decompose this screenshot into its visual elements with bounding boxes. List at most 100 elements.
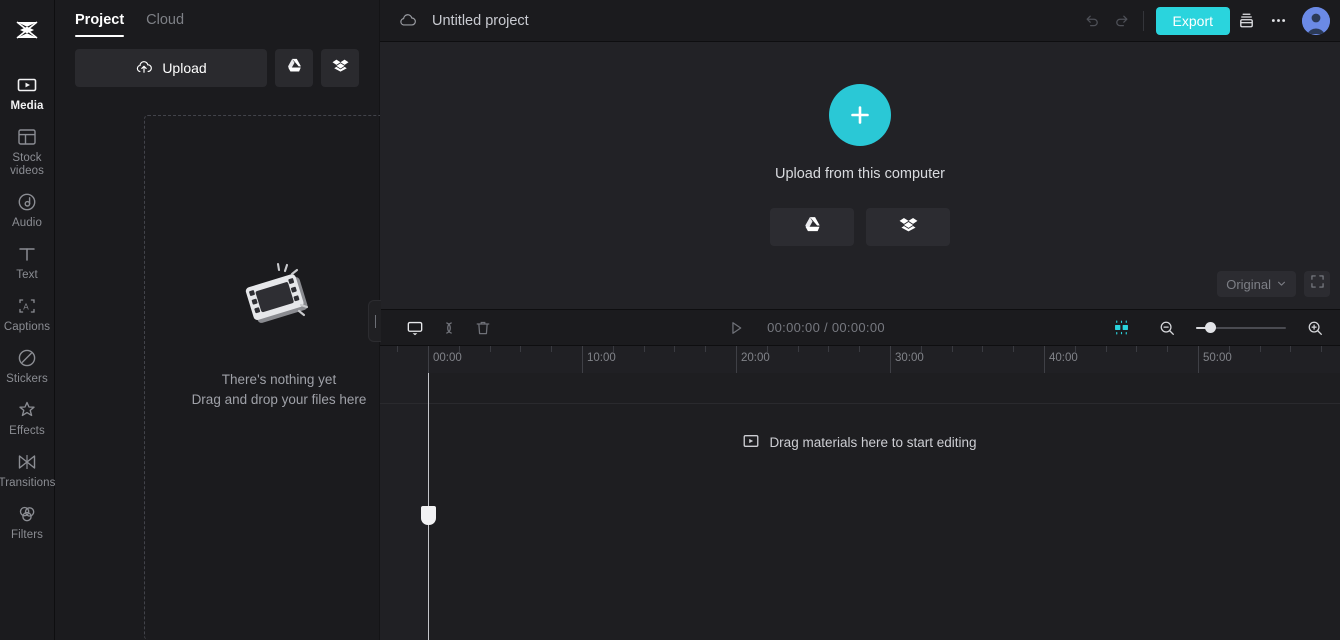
ruler-tick-minor — [551, 346, 552, 352]
sidebar-item-label: Stock videos — [10, 152, 44, 177]
delete-icon[interactable] — [466, 313, 500, 343]
ruler-tick-minor — [1229, 346, 1230, 352]
ruler-gutter — [380, 346, 428, 373]
playback-controls: 00:00:00 / 00:00:00 — [500, 313, 1104, 343]
capcut-logo[interactable] — [0, 9, 55, 51]
ruler-tick-label: 30:00 — [895, 352, 924, 364]
left-rail: Media Stock videos Audio Text A Captions… — [0, 0, 55, 640]
dropbox-button[interactable] — [321, 49, 359, 87]
captions-icon: A — [16, 295, 38, 317]
panel-collapse-handle[interactable] — [368, 300, 381, 342]
ruler-tick-minor — [798, 346, 799, 352]
timeline-empty-hint: Drag materials here to start editing — [380, 433, 1340, 452]
ruler-tick-minor — [767, 346, 768, 352]
sidebar-item-effects[interactable]: Effects — [0, 392, 54, 444]
sidebar-item-stock-videos[interactable]: Stock videos — [0, 119, 54, 184]
user-avatar[interactable] — [1302, 6, 1330, 35]
ruler-tick-minor — [705, 346, 706, 352]
top-bar: Untitled project Export — [380, 0, 1340, 42]
transitions-icon — [16, 451, 38, 473]
zoom-in-icon[interactable] — [1298, 313, 1332, 343]
toolbar-divider — [1142, 10, 1144, 31]
effects-icon — [16, 399, 38, 421]
ruler-tick-minor — [1075, 346, 1076, 352]
dropbox-button[interactable] — [866, 207, 950, 246]
text-icon — [16, 243, 38, 265]
google-drive-button[interactable] — [770, 207, 854, 246]
capcut-editor: Media Stock videos Audio Text A Captions… — [0, 0, 1340, 640]
google-drive-button[interactable] — [275, 49, 313, 87]
cloud-source-buttons — [770, 207, 950, 246]
zoom-out-icon[interactable] — [1150, 313, 1184, 343]
more-options-icon[interactable] — [1262, 6, 1294, 36]
ruler-tick-minor — [1321, 346, 1322, 352]
ruler-tick-minor — [520, 346, 521, 352]
ruler-tick-minor — [397, 346, 398, 352]
playhead[interactable] — [421, 506, 436, 525]
timeline-toolbar: 00:00:00 / 00:00:00 — [380, 309, 1340, 345]
media-dropzone[interactable]: There's nothing yet Drag and drop your f… — [144, 115, 414, 640]
sidebar-item-stickers[interactable]: Stickers — [0, 340, 54, 392]
project-title[interactable]: Untitled project — [432, 13, 529, 29]
ruler-tick-minor — [982, 346, 983, 352]
split-icon[interactable] — [432, 313, 466, 343]
ruler-tick-minor — [1106, 346, 1107, 352]
sidebar-item-text[interactable]: Text — [0, 236, 54, 288]
audio-icon — [16, 191, 38, 213]
play-icon[interactable] — [719, 313, 753, 343]
svg-text:A: A — [23, 302, 29, 311]
ruler-tick-minor — [674, 346, 675, 352]
empty-state-title: There's nothing yet — [221, 372, 337, 387]
zoom-slider[interactable] — [1196, 321, 1286, 335]
preview-controls: Original — [1217, 271, 1330, 297]
sidebar-item-label: Media — [10, 100, 44, 112]
zoom-slider-knob[interactable] — [1204, 322, 1216, 333]
chevron-down-icon — [1276, 277, 1287, 292]
timeline-ruler[interactable]: 00:00 10:00 20:00 30:00 40:00 50:00 — [380, 345, 1340, 373]
stock-videos-icon — [16, 126, 38, 148]
filters-icon — [16, 503, 38, 525]
aspect-ratio-select[interactable]: Original — [1217, 271, 1296, 297]
playhead-handle[interactable] — [421, 506, 436, 525]
fullscreen-icon — [1310, 275, 1324, 293]
panel-tabs: Project Cloud — [55, 0, 379, 37]
redo-icon[interactable] — [1107, 6, 1137, 36]
fit-to-timeline-icon[interactable] — [1104, 313, 1138, 343]
cloud-upload-icon — [135, 58, 153, 79]
upload-row: Upload — [55, 37, 379, 87]
preview-area: Upload from this computer Original — [380, 42, 1340, 309]
timeline-tracks[interactable]: Drag materials here to start editing — [380, 373, 1340, 640]
fullscreen-button[interactable] — [1304, 271, 1330, 297]
sidebar-item-label: Transitions — [0, 477, 56, 489]
timeline-zoom-controls — [1104, 313, 1332, 343]
media-panel: Project Cloud Upload There's nothing yet… — [55, 0, 414, 640]
dropbox-icon — [899, 215, 918, 239]
upload-plus-button[interactable] — [829, 83, 891, 146]
ruler-tick-label: 00:00 — [433, 352, 462, 364]
undo-icon[interactable] — [1077, 6, 1107, 36]
sidebar-item-label: Stickers — [6, 373, 48, 385]
upload-button[interactable]: Upload — [75, 49, 267, 87]
export-button[interactable]: Export — [1155, 6, 1230, 35]
sidebar-item-audio[interactable]: Audio — [0, 184, 54, 236]
tab-cloud[interactable]: Cloud — [146, 12, 184, 37]
tab-project[interactable]: Project — [75, 12, 125, 37]
upload-from-computer-label: Upload from this computer — [774, 165, 946, 182]
aspect-ratio-value: Original — [1226, 276, 1271, 292]
time-display: 00:00:00 / 00:00:00 — [767, 320, 885, 335]
sidebar-item-label: Captions — [3, 321, 51, 333]
dropbox-icon — [332, 57, 349, 79]
sidebar-item-captions[interactable]: A Captions — [0, 288, 54, 340]
stickers-icon — [16, 347, 38, 369]
sidebar-item-media[interactable]: Media — [0, 67, 54, 119]
rail-item-list: Media Stock videos Audio Text A Captions… — [0, 67, 56, 548]
current-time: 00:00:00 — [767, 320, 821, 335]
media-clip-icon — [743, 433, 759, 452]
layout-icon[interactable] — [1230, 6, 1262, 36]
sidebar-item-filters[interactable]: Filters — [0, 496, 54, 548]
ruler-tick-minor — [1260, 346, 1261, 352]
sidebar-item-label: Text — [16, 269, 38, 281]
ruler-tick-minor — [644, 346, 645, 352]
sidebar-item-transitions[interactable]: Transitions — [0, 444, 56, 496]
record-screen-icon[interactable] — [398, 313, 432, 343]
